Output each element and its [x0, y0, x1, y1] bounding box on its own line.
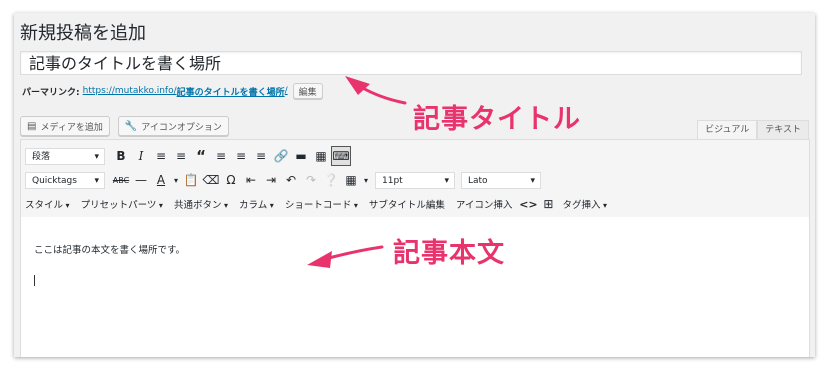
annotation-title: 記事タイトル [413, 104, 581, 135]
annotation-body: 記事本文 [393, 238, 505, 269]
body-arrow-icon [307, 245, 384, 268]
